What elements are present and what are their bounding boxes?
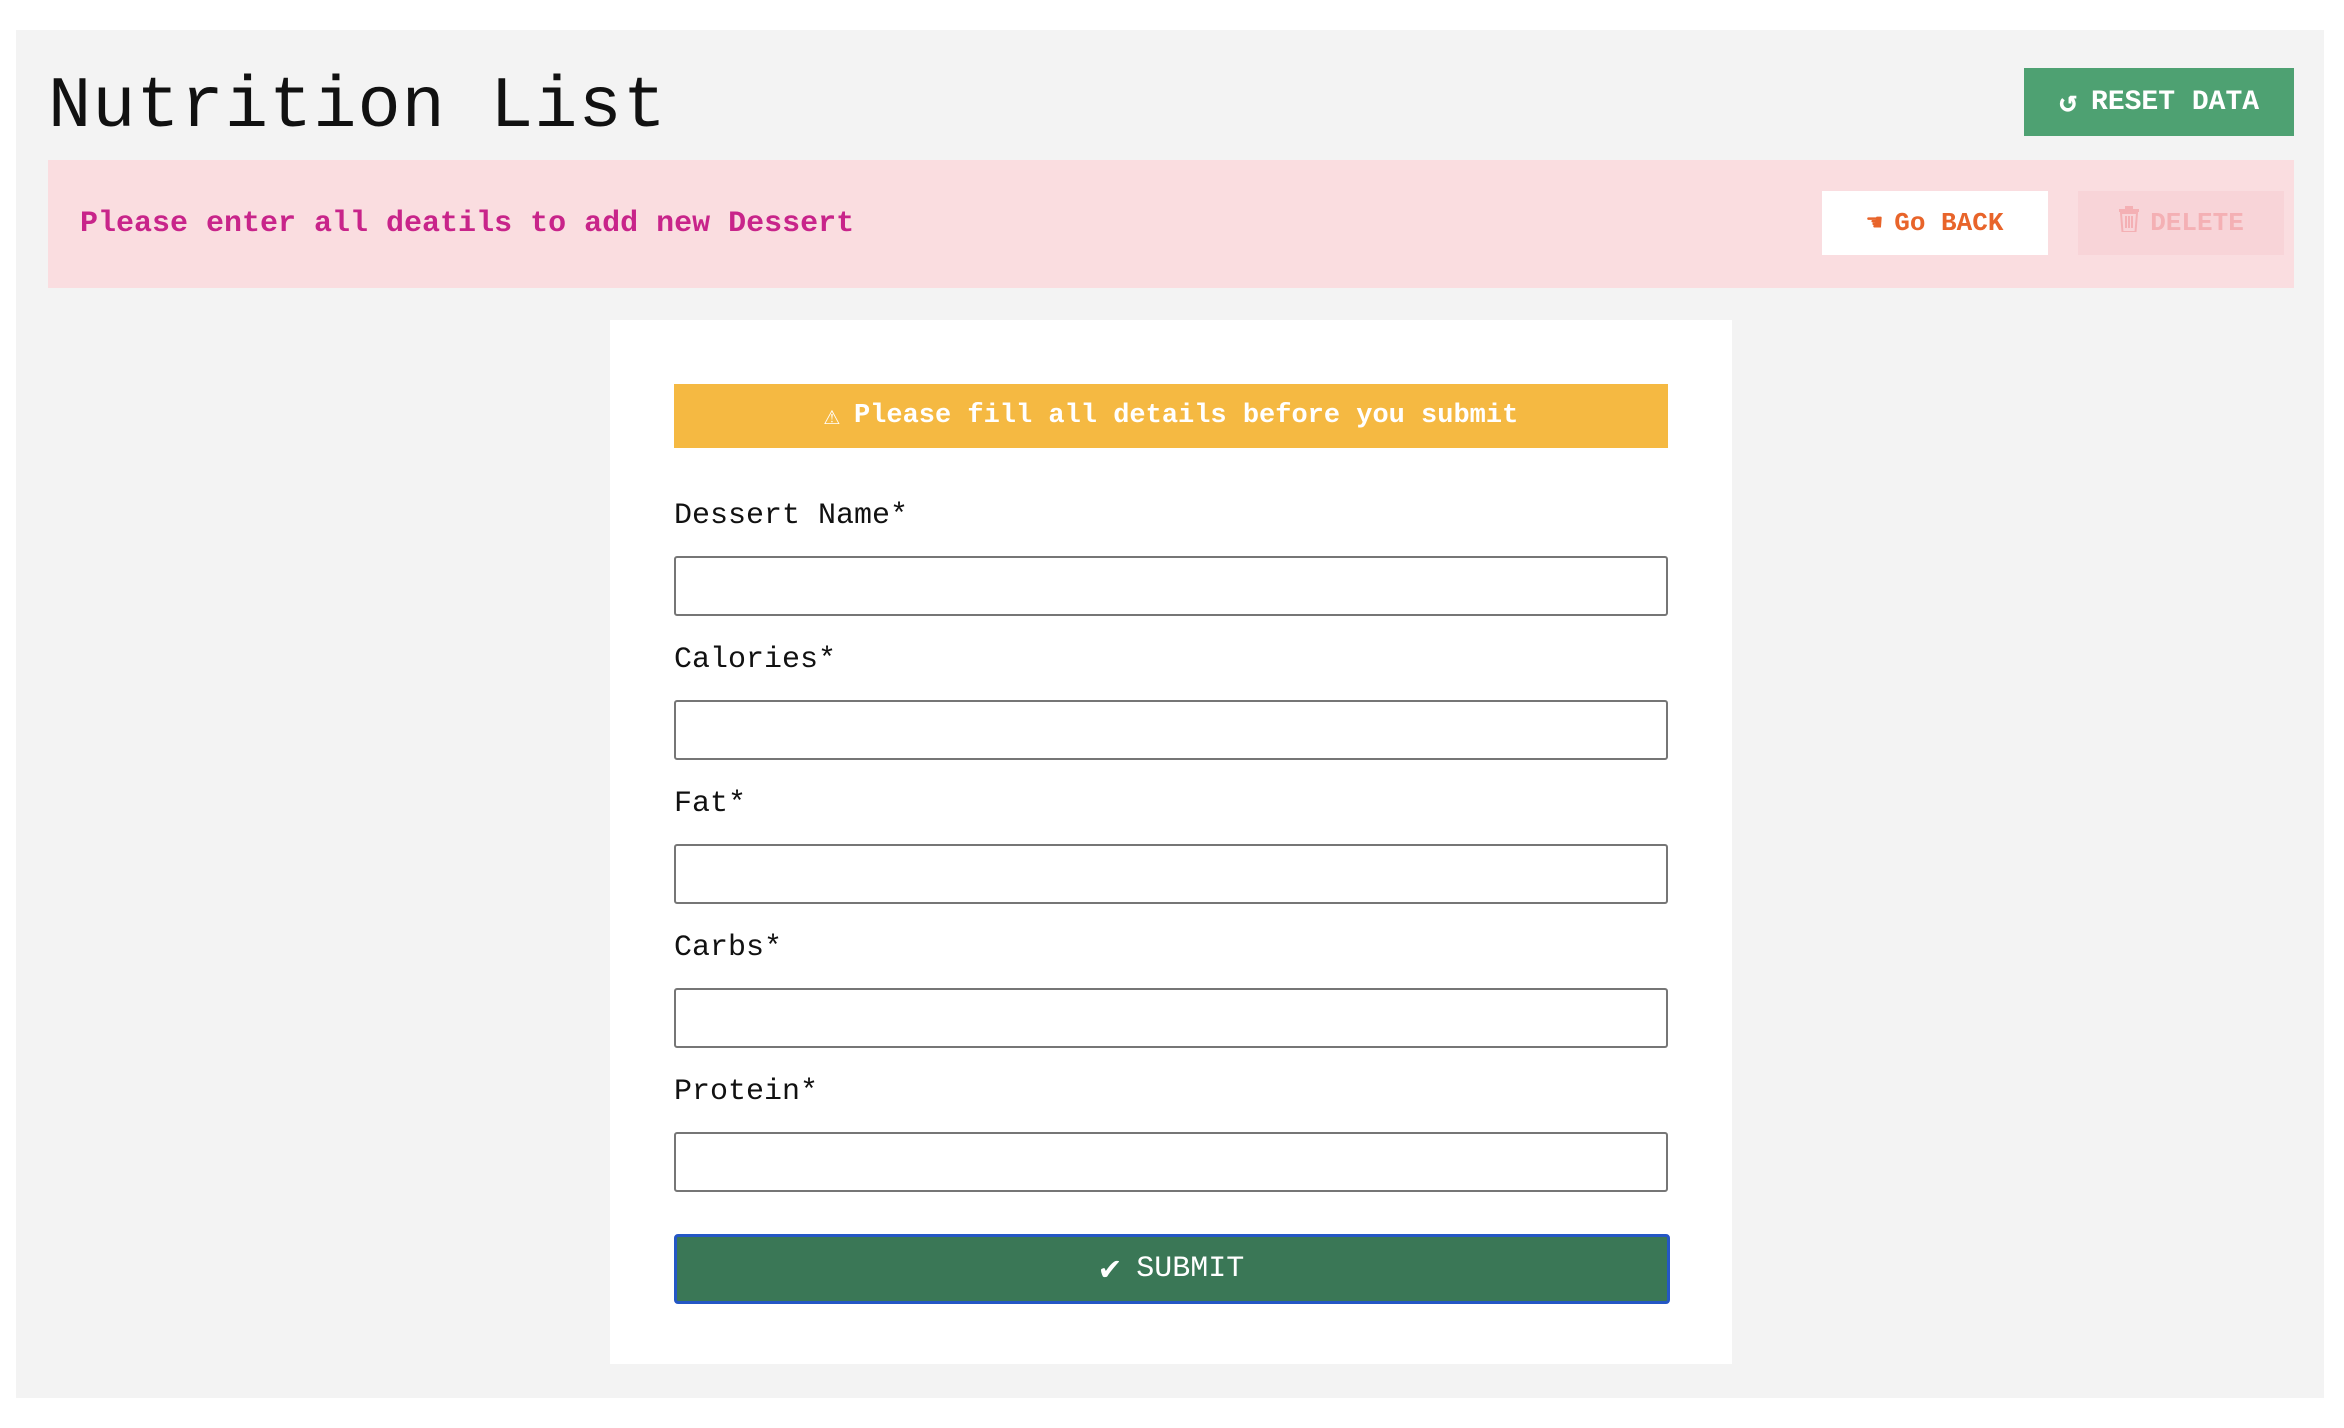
banner-message: Please enter all deatils to add new Dess… xyxy=(80,207,855,241)
go-back-button[interactable]: ☚ Go BACK xyxy=(1822,191,2048,255)
warning-text: Please fill all details before you submi… xyxy=(853,401,1519,431)
info-banner: Please enter all deatils to add new Dess… xyxy=(48,160,2294,288)
field-carbs: Carbs* xyxy=(674,928,1668,1048)
fat-label: Fat* xyxy=(674,787,747,821)
submit-label: SUBMIT xyxy=(1136,1252,1245,1286)
checkmark-icon: ✔ xyxy=(1099,1252,1121,1290)
trash-icon xyxy=(2118,206,2140,240)
go-back-label: Go BACK xyxy=(1894,208,2004,238)
dessert-name-label: Dessert Name* xyxy=(674,499,909,533)
warning-icon: ⚠ xyxy=(823,402,840,433)
delete-label: DELETE xyxy=(2150,208,2244,238)
fat-input[interactable] xyxy=(674,844,1668,904)
carbs-label: Carbs* xyxy=(674,931,783,965)
dessert-form-card: ⚠ Please fill all details before you sub… xyxy=(610,320,1732,1364)
field-calories: Calories* xyxy=(674,640,1668,760)
protein-label: Protein* xyxy=(674,1075,819,1109)
reset-data-button[interactable]: ↺ RESET DATA xyxy=(2024,68,2294,136)
page-title: Nutrition List xyxy=(48,66,667,148)
field-protein: Protein* xyxy=(674,1072,1668,1192)
protein-input[interactable] xyxy=(674,1132,1668,1192)
dessert-name-input[interactable] xyxy=(674,556,1668,616)
calories-label: Calories* xyxy=(674,643,837,677)
delete-button[interactable]: DELETE xyxy=(2078,191,2284,255)
field-dessert-name: Dessert Name* xyxy=(674,496,1668,616)
calories-input[interactable] xyxy=(674,700,1668,760)
submit-button[interactable]: ✔ SUBMIT xyxy=(674,1234,1670,1304)
app-container: Nutrition List ↺ RESET DATA Please enter… xyxy=(16,30,2324,1398)
pointing-hand-icon: ☚ xyxy=(1866,208,1883,239)
warning-alert: ⚠ Please fill all details before you sub… xyxy=(674,384,1668,448)
refresh-icon: ↺ xyxy=(2058,86,2078,121)
field-fat: Fat* xyxy=(674,784,1668,904)
reset-data-label: RESET DATA xyxy=(2091,86,2260,118)
carbs-input[interactable] xyxy=(674,988,1668,1048)
